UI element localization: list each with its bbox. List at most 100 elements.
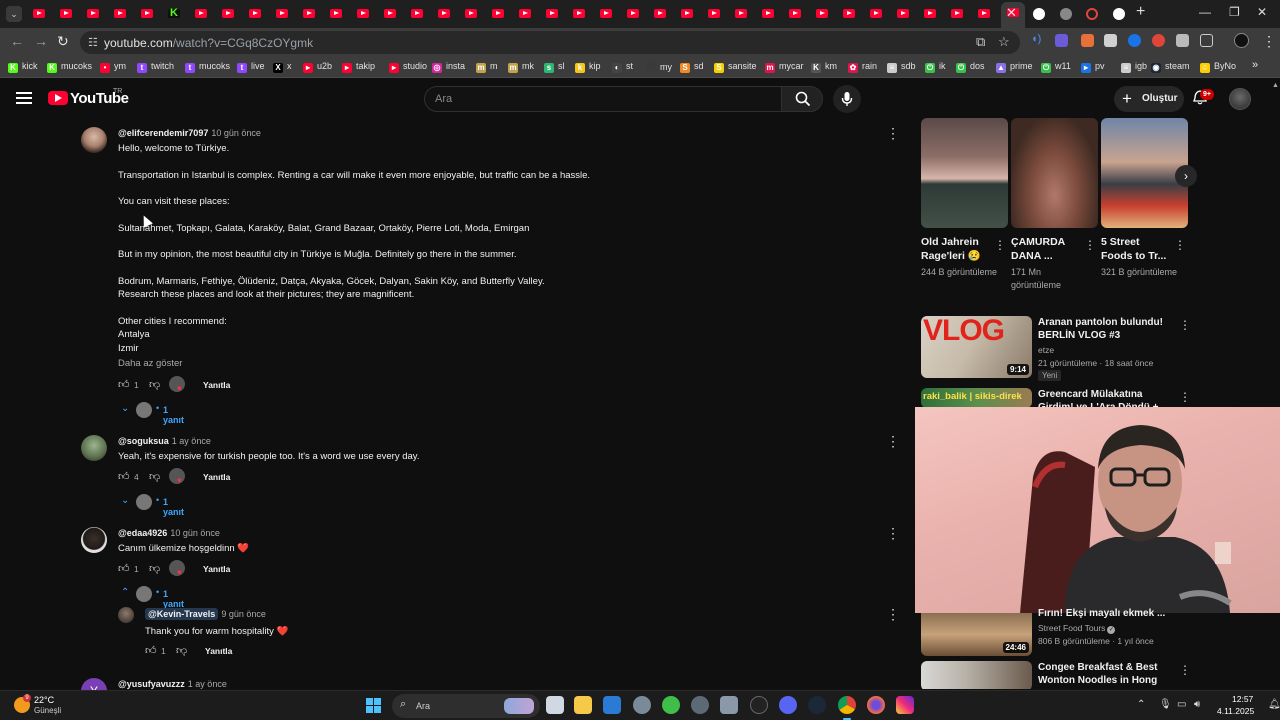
browser-tab[interactable] <box>975 5 993 23</box>
address-bar[interactable]: ☷ youtube.com/watch?v=CGq8CzOYgmk ⧉ ☆ <box>80 31 1020 54</box>
weather-description[interactable]: Güneşli <box>34 706 61 715</box>
video-thumbnail[interactable]: VLOG 9:14 <box>921 316 1032 378</box>
browser-tab[interactable] <box>705 5 723 23</box>
avatar[interactable] <box>118 607 134 623</box>
short-thumbnail[interactable] <box>921 118 1008 228</box>
bookmark-item[interactable]: Kkm <box>811 61 837 73</box>
bookmark-star-icon[interactable]: ☆ <box>998 34 1010 50</box>
window-close-button[interactable]: ✕ <box>1257 5 1267 19</box>
thumbs-up-icon[interactable]: 👍︎ <box>118 470 130 483</box>
browser-tab[interactable] <box>516 5 534 23</box>
extension-orange-icon[interactable] <box>1081 34 1094 47</box>
extension-audio-icon[interactable]: ◖) <box>1031 33 1044 46</box>
search-button[interactable] <box>781 86 823 112</box>
browser-tab[interactable] <box>111 5 129 23</box>
bookmark-item[interactable]: ▲ prime <box>996 61 1033 73</box>
extension-grey-icon[interactable] <box>1176 34 1189 47</box>
video-thumbnail[interactable]: 24:46 <box>921 613 1032 656</box>
bookmark-item[interactable]: ▸ studio <box>389 61 427 73</box>
browser-tab[interactable] <box>327 5 345 23</box>
install-app-icon[interactable]: ⧉ <box>976 34 985 50</box>
tab-search-menu-icon[interactable]: ⌄ <box>6 6 22 22</box>
show-less-link[interactable]: Daha az göster <box>118 358 182 369</box>
new-tab-button[interactable]: + <box>1136 3 1145 21</box>
bookmark-item[interactable]: ⏻ w11 <box>1041 61 1071 73</box>
browser-tab[interactable] <box>624 5 642 23</box>
reply-time[interactable]: 9 gün önce <box>221 609 266 619</box>
comment-menu-icon[interactable]: ⋮ <box>886 433 900 450</box>
bookmark-item[interactable]: ≡ igb <box>1121 61 1147 73</box>
app-with-badge-icon[interactable] <box>691 696 709 714</box>
browser-tab[interactable] <box>246 5 264 23</box>
thumbs-down-icon[interactable]: 👎︎ <box>149 378 160 391</box>
bookmark-item[interactable]: ⏻ ik <box>925 61 946 73</box>
browser-tab[interactable] <box>1057 5 1075 23</box>
reply-button[interactable]: Yanıtla <box>203 472 230 482</box>
bookmark-item[interactable]: Xx <box>273 61 292 73</box>
video-title[interactable]: Fırın! Ekşi mayalı ekmek ... <box>1038 607 1178 620</box>
video-thumbnail[interactable] <box>921 661 1032 689</box>
app-arrow-icon[interactable] <box>750 696 768 714</box>
thumbs-down-icon[interactable]: 👎︎ <box>149 562 160 575</box>
short-title[interactable]: 5 Street Foods to Tr... <box>1101 235 1171 263</box>
recommended-video[interactable]: Congee Breakfast & Best Wonton Noodles i… <box>921 661 1261 689</box>
browser-tab[interactable] <box>462 5 480 23</box>
extension-stack-icon[interactable] <box>1104 34 1117 47</box>
browser-tab[interactable] <box>489 5 507 23</box>
browser-tab[interactable] <box>732 5 750 23</box>
browser-tab[interactable] <box>867 5 885 23</box>
browser-tab[interactable] <box>597 5 615 23</box>
recommended-video[interactable]: raki_balik | sikis-direk Greencard Mülak… <box>921 388 1261 408</box>
bookmark-item[interactable]: • ym <box>100 61 126 73</box>
thumbs-up-icon[interactable]: 👍︎ <box>118 378 130 391</box>
voice-search-button[interactable] <box>833 85 861 113</box>
thumbs-up-icon[interactable]: 👍︎ <box>118 562 130 575</box>
browser-menu-icon[interactable]: ⋮ <box>1262 33 1276 50</box>
comment-menu-icon[interactable]: ⋮ <box>886 125 900 142</box>
chrome-icon[interactable] <box>838 696 856 720</box>
bookmark-item[interactable]: ▸ u2b <box>303 61 332 73</box>
avatar[interactable] <box>81 127 107 153</box>
hamburger-menu-icon[interactable] <box>16 92 32 104</box>
discord-icon[interactable] <box>779 696 797 714</box>
bookmarks-overflow-icon[interactable]: » <box>1252 59 1258 71</box>
browser-tab[interactable] <box>138 5 156 23</box>
browser-tab[interactable] <box>354 5 372 23</box>
browser-tab[interactable] <box>273 5 291 23</box>
create-button[interactable]: + Oluştur <box>1114 86 1184 112</box>
video-title[interactable]: Aranan pantolon bulundu! BERLİN VLOG #3 <box>1038 316 1178 342</box>
browser-tab[interactable] <box>165 5 183 23</box>
steam-icon[interactable] <box>808 696 826 714</box>
youtube-logo-icon[interactable] <box>48 91 68 105</box>
short-menu-icon[interactable]: ⋮ <box>1174 238 1186 252</box>
page-scrollbar-arrow[interactable]: ▲ <box>1272 82 1280 90</box>
comment-author[interactable]: @soguksua <box>118 436 169 446</box>
browser-tab[interactable] <box>57 5 75 23</box>
browser-tab[interactable] <box>381 5 399 23</box>
channel-name[interactable]: Street Food Tours ✓ <box>1038 623 1116 634</box>
taskbar-search[interactable]: ⌕ Ara <box>392 694 540 718</box>
browser-tab[interactable] <box>435 5 453 23</box>
browser-tab[interactable] <box>894 5 912 23</box>
bookmark-item[interactable]: ◎ insta <box>432 61 465 73</box>
extension-red-icon[interactable] <box>1152 34 1165 47</box>
browser-tab[interactable] <box>921 5 939 23</box>
comment-time[interactable]: 10 gün önce <box>211 128 261 138</box>
extension-pen-icon[interactable] <box>1055 34 1068 47</box>
browser-tab[interactable] <box>192 5 210 23</box>
avatar[interactable] <box>81 435 107 461</box>
bookmark-item[interactable]: mm <box>476 61 498 73</box>
browser-tab[interactable] <box>570 5 588 23</box>
short-title[interactable]: ÇAMURDA DANA ... <box>1011 235 1081 263</box>
bookmark-item[interactable]: m mycar <box>765 61 804 73</box>
store-icon[interactable] <box>603 696 621 714</box>
extension-blue-icon[interactable] <box>1128 34 1141 47</box>
bookmark-item[interactable]: t live <box>237 61 265 73</box>
browser-tab[interactable] <box>84 5 102 23</box>
app-cube-icon[interactable] <box>720 696 738 714</box>
thumbs-down-icon[interactable]: 👎︎ <box>176 644 187 657</box>
channel-name[interactable]: etze <box>1038 345 1054 355</box>
recommended-video[interactable]: VLOG 9:14 Aranan pantolon bulundu! BERLİ… <box>921 316 1261 381</box>
back-arrow-icon[interactable]: ← <box>10 33 24 49</box>
browser-tab[interactable] <box>408 5 426 23</box>
